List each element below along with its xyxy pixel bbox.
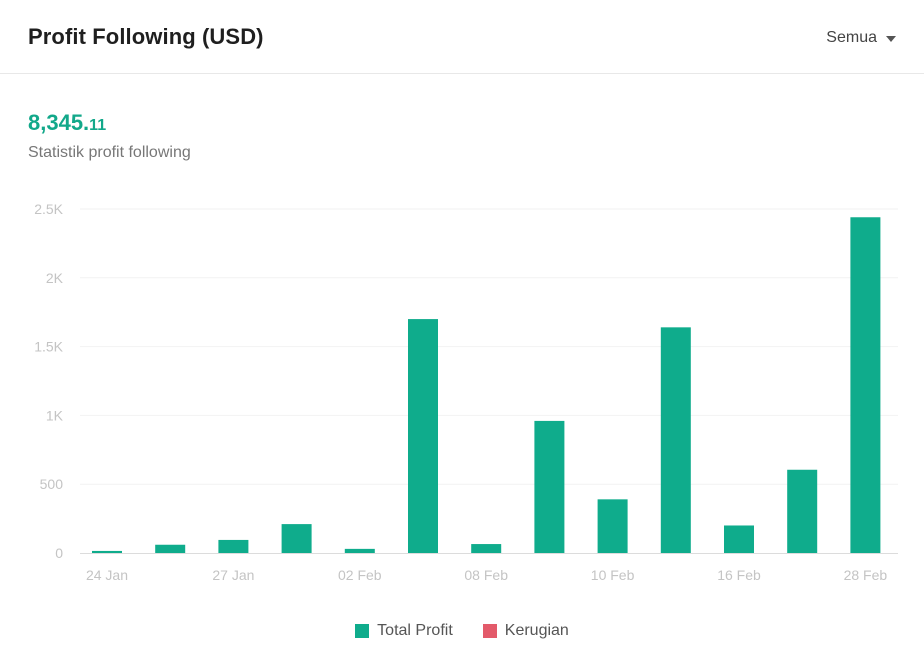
bar-total-profit <box>660 327 691 553</box>
y-tick-label: 1K <box>46 407 64 423</box>
y-tick-label: 1.5K <box>34 339 63 355</box>
bar-total-profit <box>471 544 502 553</box>
bar-total-profit <box>344 548 375 553</box>
x-tick-label: 10 Feb <box>591 567 635 583</box>
legend-item-kerugian[interactable]: Kerugian <box>482 622 569 640</box>
legend-swatch-total-profit <box>355 624 370 638</box>
x-tick-label: 16 Feb <box>717 567 761 583</box>
bar-total-profit <box>155 544 186 553</box>
bar-total-profit <box>408 319 438 553</box>
x-tick-label: 27 Jan <box>212 567 254 583</box>
y-tick-label: 500 <box>40 476 64 492</box>
bar-total-profit <box>218 539 249 553</box>
legend-swatch-kerugian <box>482 624 497 638</box>
legend-label-kerugian: Kerugian <box>504 622 569 639</box>
x-tick-label: 28 Feb <box>844 567 888 583</box>
x-tick-label: 24 Jan <box>86 567 128 583</box>
bar-total-profit <box>597 499 628 553</box>
y-tick-label: 0 <box>55 545 63 561</box>
profit-bar-chart: 0 500 1K 1.5K 2K 2.5K 24 Jan 27 Jan 02 Feb 08 Feb… <box>34 201 898 583</box>
y-tick-label: 2K <box>46 270 64 286</box>
x-tick-label: 08 Feb <box>464 567 508 583</box>
bar-total-profit <box>787 469 818 553</box>
bar-total-profit <box>534 420 565 553</box>
legend-label-total-profit: Total Profit <box>377 622 453 639</box>
legend-item-total-profit[interactable]: Total Profit <box>355 622 453 640</box>
chart-legend: Total Profit Kerugian <box>0 622 924 640</box>
y-tick-label: 2.5K <box>34 201 63 217</box>
bar-total-profit <box>281 524 312 553</box>
bar-total-profit <box>850 217 881 554</box>
bar-total-profit <box>92 550 122 553</box>
bar-total-profit <box>724 525 754 553</box>
x-tick-label: 02 Feb <box>338 567 382 583</box>
